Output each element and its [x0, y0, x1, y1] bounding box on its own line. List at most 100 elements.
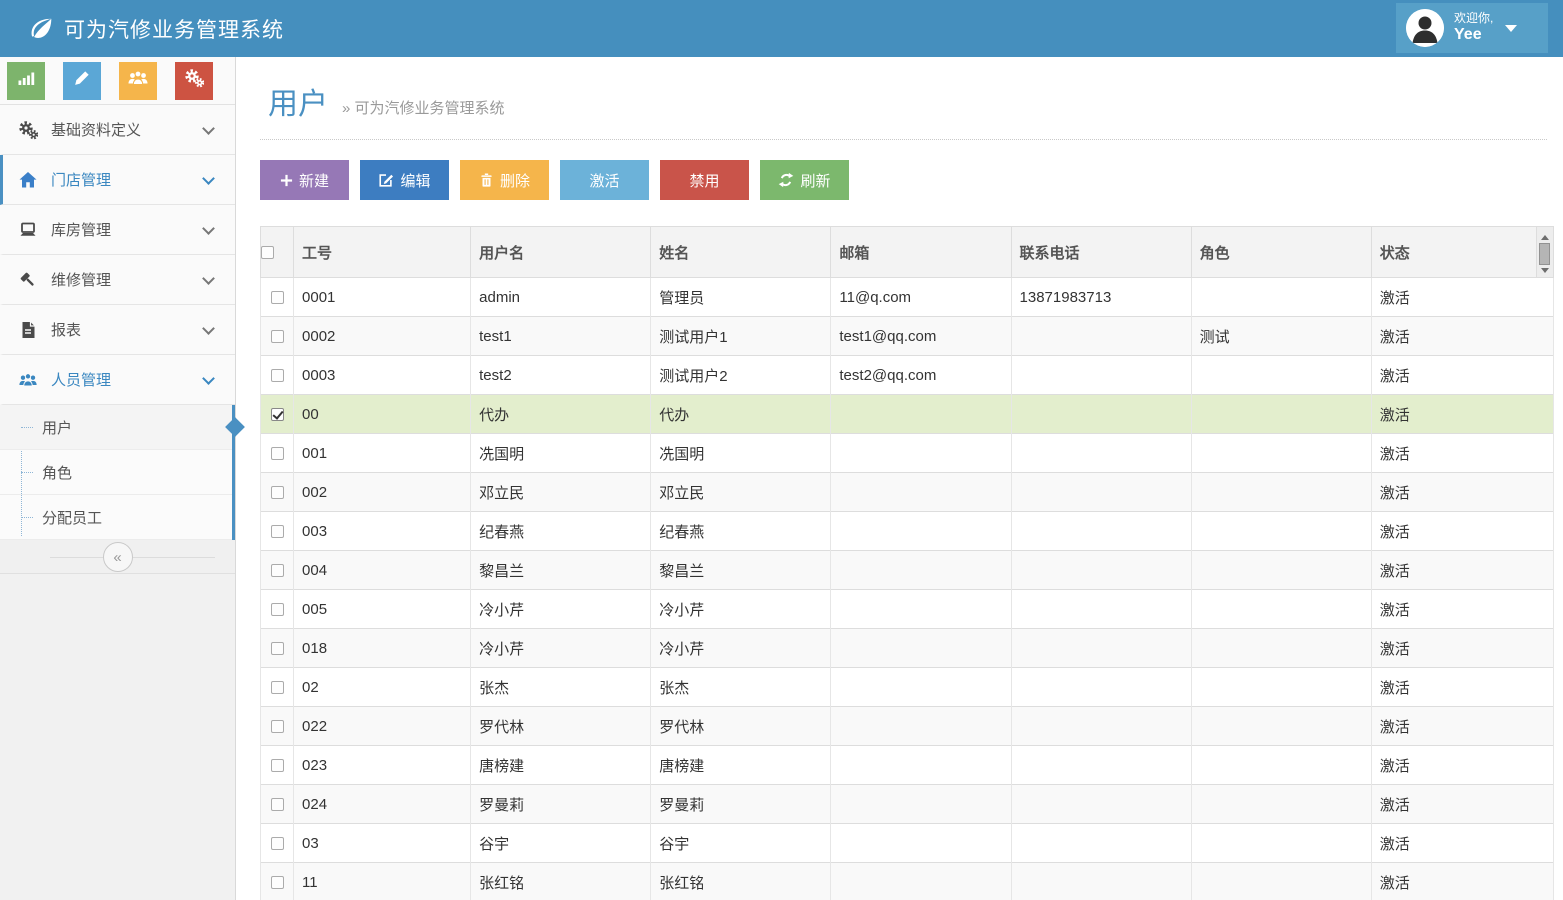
column-header-email[interactable]: 邮箱 [831, 227, 1011, 278]
table-row[interactable]: 023唐榜建唐榜建激活 [261, 746, 1554, 785]
row-checkbox[interactable] [271, 642, 284, 655]
cell-role [1191, 785, 1371, 824]
column-header-id[interactable]: 工号 [294, 227, 471, 278]
chart-button[interactable] [7, 62, 45, 100]
column-header-username[interactable]: 用户名 [471, 227, 651, 278]
edit-button[interactable] [63, 62, 101, 100]
column-header-role[interactable]: 角色 [1191, 227, 1371, 278]
scroll-down-icon[interactable] [1541, 268, 1549, 273]
scroll-up-icon[interactable] [1541, 235, 1549, 240]
settings-button[interactable] [175, 62, 213, 100]
sidebar-item-reports[interactable]: 报表 [0, 305, 235, 355]
cell-email [831, 785, 1011, 824]
trash-icon [479, 172, 494, 188]
row-checkbox[interactable] [271, 564, 284, 577]
sidebar-item-base-data[interactable]: 基础资料定义 [0, 105, 235, 155]
divider [50, 557, 215, 558]
row-checkbox[interactable] [271, 408, 284, 421]
chevron-down-icon [202, 222, 215, 235]
user-menu[interactable]: 欢迎你, Yee [1396, 3, 1548, 53]
new-button[interactable]: 新建 [260, 160, 349, 200]
table-row[interactable]: 022罗代林罗代林激活 [261, 707, 1554, 746]
cell-phone [1011, 707, 1191, 746]
row-checkbox[interactable] [271, 330, 284, 343]
row-checkbox[interactable] [271, 603, 284, 616]
row-checkbox-cell [261, 824, 294, 863]
cell-id: 001 [294, 434, 471, 473]
row-checkbox[interactable] [271, 720, 284, 733]
disable-button[interactable]: 禁用 [660, 160, 749, 200]
sidebar-item-warehouse[interactable]: 库房管理 [0, 205, 235, 255]
cell-phone [1011, 551, 1191, 590]
gears-icon [18, 120, 38, 140]
table-row[interactable]: 024罗曼莉罗曼莉激活 [261, 785, 1554, 824]
row-checkbox[interactable] [271, 369, 284, 382]
table-row[interactable]: 018冷小芹冷小芹激活 [261, 629, 1554, 668]
cell-phone [1011, 434, 1191, 473]
cell-id: 0001 [294, 278, 471, 317]
delete-button[interactable]: 删除 [460, 160, 549, 200]
table-row[interactable]: 003纪春燕纪春燕激活 [261, 512, 1554, 551]
table-row[interactable]: 0003test2测试用户2test2@qq.com激活 [261, 356, 1554, 395]
row-checkbox[interactable] [271, 681, 284, 694]
cell-email: 11@q.com [831, 278, 1011, 317]
table-row[interactable]: 11张红铭张红铭激活 [261, 863, 1554, 900]
sidebar-item-repair[interactable]: 维修管理 [0, 255, 235, 305]
table-row[interactable]: 002邓立民邓立民激活 [261, 473, 1554, 512]
cell-status: 激活 [1371, 746, 1553, 785]
cell-status: 激活 [1371, 785, 1553, 824]
table-row[interactable]: 0001admin管理员11@q.com13871983713激活 [261, 278, 1554, 317]
cell-id: 03 [294, 824, 471, 863]
cell-phone [1011, 356, 1191, 395]
cell-role [1191, 629, 1371, 668]
table-row[interactable]: 0002test1测试用户1test1@qq.com测试激活 [261, 317, 1554, 356]
users-icon [127, 68, 149, 93]
column-header-phone[interactable]: 联系电话 [1011, 227, 1191, 278]
sidebar-item-label: 维修管理 [51, 269, 111, 290]
select-all-checkbox[interactable] [261, 246, 274, 259]
cell-name: 张杰 [651, 668, 831, 707]
row-checkbox-cell [261, 590, 294, 629]
cell-role [1191, 746, 1371, 785]
scrollbar-track[interactable] [1537, 227, 1553, 277]
edit-button[interactable]: 编辑 [360, 160, 449, 200]
table-row[interactable]: 001冼国明冼国明激活 [261, 434, 1554, 473]
sidebar-item-assign-staff[interactable]: 分配员工 [0, 495, 232, 540]
table-row[interactable]: 004黎昌兰黎昌兰激活 [261, 551, 1554, 590]
cell-id: 0002 [294, 317, 471, 356]
table-row[interactable]: 005冷小芹冷小芹激活 [261, 590, 1554, 629]
scrollbar-thumb[interactable] [1539, 243, 1550, 265]
sidebar-item-stores[interactable]: 门店管理 [0, 155, 235, 205]
cell-email [831, 473, 1011, 512]
activate-button[interactable]: 激活 [560, 160, 649, 200]
table-row[interactable]: 03谷宇谷宇激活 [261, 824, 1554, 863]
cell-role [1191, 356, 1371, 395]
row-checkbox[interactable] [271, 447, 284, 460]
table-row[interactable]: 00代办代办激活 [261, 395, 1554, 434]
sidebar-item-personnel[interactable]: 人员管理 [0, 355, 235, 405]
users-button[interactable] [119, 62, 157, 100]
cell-phone [1011, 824, 1191, 863]
cell-username: 邓立民 [471, 473, 651, 512]
row-checkbox[interactable] [271, 525, 284, 538]
cell-name: 黎昌兰 [651, 551, 831, 590]
column-header-name[interactable]: 姓名 [651, 227, 831, 278]
refresh-button[interactable]: 刷新 [760, 160, 849, 200]
sidebar-collapse-button[interactable]: « [103, 542, 133, 572]
row-checkbox[interactable] [271, 291, 284, 304]
sidebar-item-users[interactable]: 用户 [0, 405, 232, 450]
row-checkbox[interactable] [271, 837, 284, 850]
welcome-text: 欢迎你, Yee [1454, 12, 1493, 44]
row-checkbox[interactable] [271, 876, 284, 889]
cell-name: 邓立民 [651, 473, 831, 512]
row-checkbox[interactable] [271, 759, 284, 772]
sidebar-item-roles[interactable]: 角色 [0, 450, 232, 495]
row-checkbox[interactable] [271, 798, 284, 811]
page-title: 用户 [268, 79, 328, 123]
cell-email [831, 863, 1011, 900]
cell-username: 张杰 [471, 668, 651, 707]
row-checkbox[interactable] [271, 486, 284, 499]
table-row[interactable]: 02张杰张杰激活 [261, 668, 1554, 707]
cell-status: 激活 [1371, 473, 1553, 512]
column-header-status[interactable]: 状态 [1371, 227, 1536, 278]
